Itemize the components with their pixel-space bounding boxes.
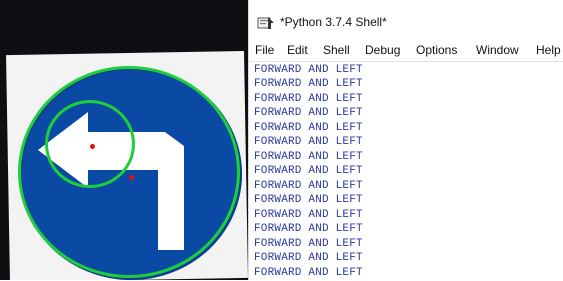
outer-center-dot — [129, 175, 134, 180]
output-line: FORWARD AND LEFT — [254, 107, 363, 119]
output-line: FORWARD AND LEFT — [254, 194, 363, 206]
menu-window[interactable]: Window — [476, 43, 519, 57]
menu-shell[interactable]: Shell — [323, 43, 350, 57]
menu-edit[interactable]: Edit — [287, 43, 308, 57]
output-line: FORWARD AND LEFT — [254, 252, 363, 264]
python-shell-window: *Python 3.7.4 Shell* File Edit Shell Deb… — [248, 0, 563, 281]
title-bar[interactable]: *Python 3.7.4 Shell* — [249, 0, 563, 38]
idle-shell-icon — [257, 17, 274, 29]
menu-bar: File Edit Shell Debug Options Window Hel… — [249, 40, 563, 60]
output-line: FORWARD AND LEFT — [254, 64, 363, 76]
menu-debug[interactable]: Debug — [365, 43, 400, 57]
output-line: FORWARD AND LEFT — [254, 136, 363, 148]
menu-file[interactable]: File — [255, 43, 274, 57]
output-line: FORWARD AND LEFT — [254, 151, 363, 163]
window-title: *Python 3.7.4 Shell* — [280, 15, 387, 29]
output-line: FORWARD AND LEFT — [254, 223, 363, 235]
menu-help[interactable]: Help — [536, 43, 561, 57]
output-line: FORWARD AND LEFT — [254, 238, 363, 250]
output-line: FORWARD AND LEFT — [254, 93, 363, 105]
output-line: FORWARD AND LEFT — [254, 180, 363, 192]
output-line: FORWARD AND LEFT — [254, 122, 363, 134]
detection-circle-outer — [18, 66, 240, 278]
output-line: FORWARD AND LEFT — [254, 165, 363, 177]
menu-options[interactable]: Options — [416, 43, 457, 57]
output-line: FORWARD AND LEFT — [254, 209, 363, 221]
inner-center-dot — [90, 144, 95, 149]
shell-output-area[interactable]: FORWARD AND LEFT FORWARD AND LEFT FORWAR… — [249, 61, 563, 281]
output-line: FORWARD AND LEFT — [254, 267, 363, 279]
output-line: FORWARD AND LEFT — [254, 78, 363, 90]
camera-feed — [0, 0, 248, 280]
